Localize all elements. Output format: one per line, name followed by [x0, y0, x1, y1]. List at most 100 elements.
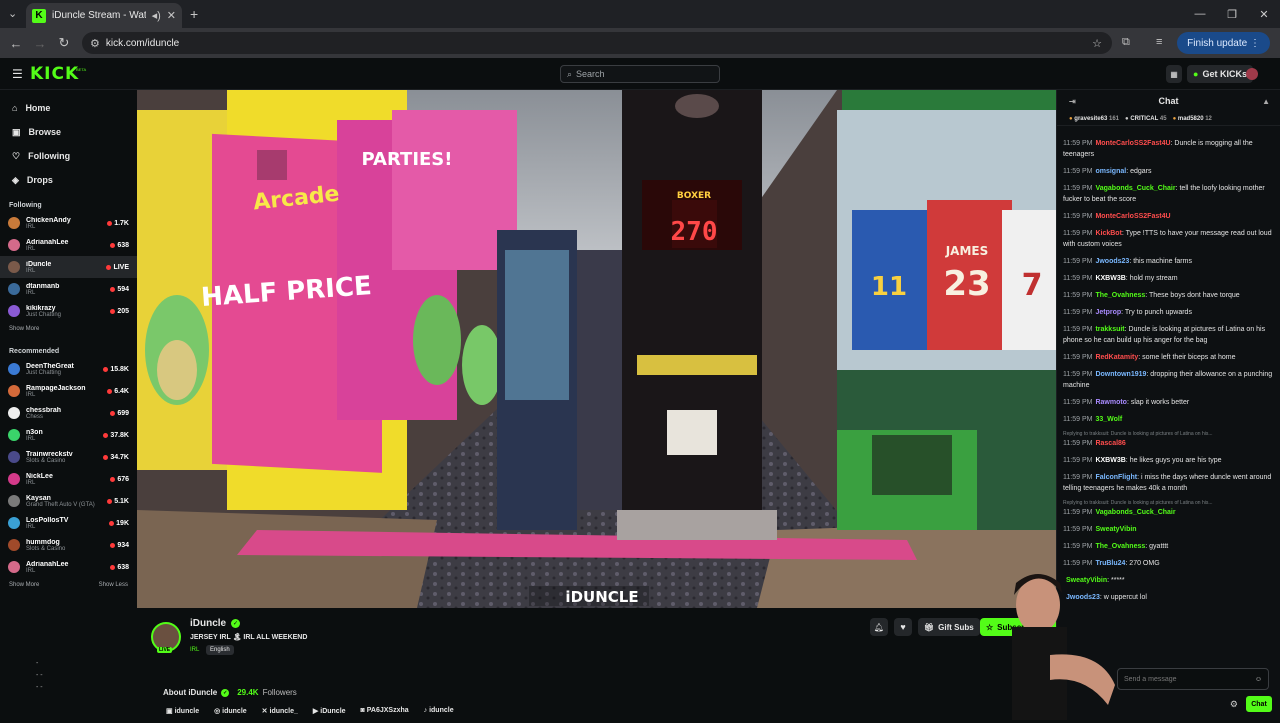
follow-heart-icon[interactable]: ♥ — [894, 618, 912, 636]
message-username[interactable]: FalconFlight — [1095, 474, 1137, 481]
gift-subs-button[interactable]: 🎁︎ Gift Subs — [918, 618, 980, 636]
message-username[interactable]: KickBot — [1095, 230, 1121, 237]
social-x-link[interactable]: ✕ iduncle_ — [262, 707, 298, 715]
message-username[interactable]: SweatyVibin — [1095, 526, 1136, 533]
message-username[interactable]: Downtown1919 — [1095, 371, 1146, 378]
chat-message[interactable]: 11:59 PM RedKatamity: some left their bic… — [1063, 352, 1274, 363]
nav-browse[interactable]: ▣ Browse — [0, 120, 137, 144]
channel-item[interactable]: dtanmanb IRL 594 — [0, 278, 137, 300]
channel-item[interactable]: Trainwreckstv Slots & Casino 34.7K — [0, 446, 137, 468]
chat-settings-icon[interactable]: ⚙ — [1230, 699, 1238, 710]
chat-message[interactable]: 11:59 PM Rawmoto: slap it works better — [1063, 397, 1274, 408]
show-more-following[interactable]: Show More — [0, 322, 137, 336]
chat-message[interactable]: 11:59 PM Rascal86 — [1063, 438, 1274, 449]
chat-message[interactable]: 11:59 PM KickBot: Type !TTS to have your … — [1063, 228, 1274, 250]
message-username[interactable]: RedKatamity — [1095, 354, 1138, 361]
theater-mode-icon[interactable]: ▦ — [1166, 65, 1182, 83]
chat-message[interactable]: 11:59 PM 33_Wolf — [1063, 414, 1274, 425]
message-username[interactable]: trakksuit — [1095, 326, 1124, 333]
category-tag[interactable]: IRL — [190, 647, 199, 653]
media-icon[interactable]: ≡ — [1156, 36, 1162, 48]
channel-item[interactable]: iDuncle IRL LIVE — [0, 256, 137, 278]
show-less-link[interactable]: Show Less — [99, 582, 128, 588]
channel-item[interactable]: RampageJackson IRL 6.4K — [0, 380, 137, 402]
bookmark-star-icon[interactable]: ☆ — [1092, 37, 1102, 50]
channel-item[interactable]: NickLee IRL 676 — [0, 468, 137, 490]
social-instagram-link[interactable]: ◎ iduncle — [214, 707, 247, 715]
chat-message[interactable]: 11:59 PM MonteCarloSS2Fast4U — [1063, 211, 1274, 222]
chat-message[interactable]: 11:59 PM KXBW3B: hold my stream — [1063, 273, 1274, 284]
extensions-icon[interactable]: ⧉ — [1122, 36, 1130, 49]
restore-icon[interactable]: ❐ — [1216, 0, 1248, 28]
chat-message[interactable]: 11:59 PM SweatyVibin — [1063, 524, 1274, 535]
speaker-icon[interactable]: ◂) — [152, 9, 161, 22]
close-tab-icon[interactable]: ✕ — [167, 9, 176, 22]
tab-search-icon[interactable]: ⌄ — [8, 7, 17, 20]
gifter-2[interactable]: ● CRITICAL 45 — [1125, 116, 1167, 122]
chat-message[interactable]: 11:59 PM Downtown1919: dropping their all… — [1063, 369, 1274, 391]
back-icon[interactable]: ← — [4, 36, 28, 51]
chat-message[interactable]: 11:59 PM Vagabonds_Cuck_Chair — [1063, 507, 1274, 518]
message-username[interactable]: Rawmoto — [1095, 399, 1127, 406]
channel-item[interactable]: LosPollosTV IRL 19K — [0, 512, 137, 534]
search-input[interactable]: ⌕ Search — [560, 65, 720, 83]
message-username[interactable]: KXBW3B — [1095, 457, 1125, 464]
channel-item[interactable]: Kaysan Grand Theft Auto V (GTA) 5.1K — [0, 490, 137, 512]
forward-icon[interactable]: → — [28, 36, 52, 51]
channel-item[interactable]: n3on IRL 37.8K — [0, 424, 137, 446]
message-username[interactable]: Jetprop — [1095, 309, 1121, 316]
chat-users-icon[interactable]: ▲ — [1262, 97, 1270, 106]
minimize-icon[interactable]: — — [1184, 0, 1216, 28]
channel-item[interactable]: chessbrah Chess 699 — [0, 402, 137, 424]
kick-logo[interactable]: KICK — [30, 64, 79, 84]
chat-message[interactable]: 11:59 PM The_Ovahness: These boys dont ha… — [1063, 290, 1274, 301]
message-username[interactable]: 33_Wolf — [1095, 416, 1122, 423]
site-info-icon[interactable]: ⚙ — [90, 37, 100, 50]
message-username[interactable]: Vagabonds_Cuck_Chair — [1095, 185, 1175, 192]
menu-icon[interactable]: ☰ — [12, 67, 23, 81]
channel-item[interactable]: kikikrazy Just Chatting 205 — [0, 300, 137, 322]
message-username[interactable]: The_Ovahness — [1095, 543, 1145, 550]
social-discord-link[interactable]: ◙ PA6JXSzxha — [361, 707, 409, 715]
message-username[interactable]: MonteCarloSS2Fast4U — [1095, 213, 1170, 220]
channel-item[interactable]: AdrianahLee IRL 638 — [0, 234, 137, 256]
channel-item[interactable]: ChickenAndy IRL 1.7K — [0, 212, 137, 234]
chat-message[interactable]: 11:59 PM MonteCarloSS2Fast4U: Duncle is m… — [1063, 138, 1274, 160]
channel-item[interactable]: AdrianahLee IRL 638 — [0, 556, 137, 578]
message-username[interactable]: The_Ovahness — [1095, 292, 1145, 299]
message-username[interactable]: KXBW3B — [1095, 275, 1125, 282]
chat-message[interactable]: 11:59 PM The_Ovahness: gyatttt — [1063, 541, 1274, 552]
show-more-link[interactable]: Show More — [9, 582, 39, 588]
collapse-chat-icon[interactable]: ⇥ — [1069, 97, 1076, 106]
notification-bell-icon[interactable]: 🔔︎ — [870, 618, 888, 636]
message-username[interactable]: Rascal86 — [1095, 440, 1125, 447]
chat-message[interactable]: 11:59 PM Jetprop: Try to punch upwards — [1063, 307, 1274, 318]
reload-icon[interactable]: ↻ — [52, 35, 76, 51]
chat-message[interactable]: 11:59 PM FalconFlight: i miss the days wh… — [1063, 472, 1274, 494]
url-field[interactable]: ⚙ kick.com/iduncle ☆ — [82, 32, 1112, 54]
close-window-icon[interactable]: ✕ — [1248, 0, 1280, 28]
chat-message[interactable]: 11:59 PM trakksuit: Duncle is looking at … — [1063, 324, 1274, 346]
message-username[interactable]: Jwoods23 — [1095, 258, 1129, 265]
nav-drops[interactable]: ◈ Drops — [0, 168, 137, 192]
chat-message[interactable]: 11:59 PM Jwoods23: this machine farms — [1063, 256, 1274, 267]
gifter-3[interactable]: ● mad5820 12 — [1173, 116, 1212, 122]
new-tab-icon[interactable]: + — [190, 6, 198, 22]
streamer-name[interactable]: iDuncle — [190, 618, 226, 629]
gifter-1[interactable]: ● gravesite63 161 — [1069, 116, 1119, 122]
chat-message[interactable]: 11:59 PM Vagabonds_Cuck_Chair: tell the l… — [1063, 183, 1274, 205]
chat-message[interactable]: 11:59 PM omsignal: edgars — [1063, 166, 1274, 177]
browser-tab[interactable]: K iDuncle Stream - Watch Live ◂) ✕ — [26, 3, 182, 28]
get-kicks-button[interactable]: ● Get KICKs — [1187, 65, 1253, 83]
emoji-icon[interactable]: ☺ — [1255, 676, 1262, 683]
chat-message[interactable]: 11:59 PM KXBW3B: he likes guys you are hi… — [1063, 455, 1274, 466]
message-username[interactable]: omsignal — [1095, 168, 1126, 175]
language-tag[interactable]: English — [206, 645, 234, 655]
message-username[interactable]: MonteCarloSS2Fast4U — [1095, 140, 1170, 147]
social-tiktok-link[interactable]: ♪ iduncle — [424, 707, 454, 715]
send-chat-button[interactable]: Chat — [1246, 696, 1272, 712]
social-kick-link[interactable]: ▣ iduncle — [166, 707, 199, 715]
user-avatar[interactable] — [1246, 68, 1258, 80]
message-username[interactable]: Vagabonds_Cuck_Chair — [1095, 509, 1175, 516]
channel-item[interactable]: hummdog Slots & Casino 934 — [0, 534, 137, 556]
